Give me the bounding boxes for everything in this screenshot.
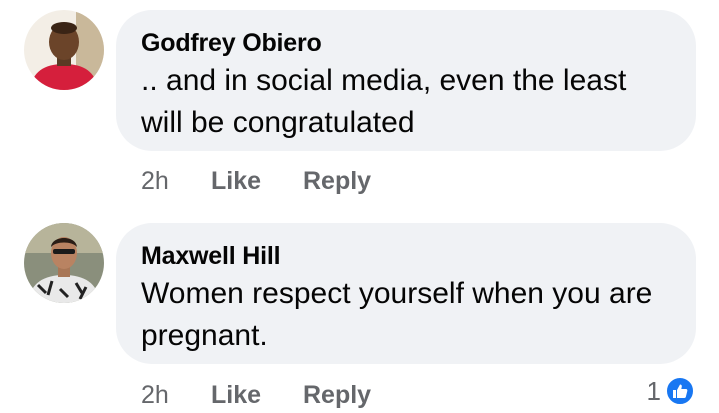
thumbs-up-icon [665,376,695,406]
like-button[interactable]: Like [211,166,261,196]
avatar[interactable] [24,223,104,303]
comment-author[interactable]: Godfrey Obiero [141,28,670,58]
reaction-count: 1 [646,376,661,406]
comments-section: Godfrey Obiero .. and in social media, e… [0,0,719,413]
avatar-image [24,223,104,303]
comment-bubble: Maxwell Hill Women respect yourself when… [116,223,696,364]
comment-bubble: Godfrey Obiero .. and in social media, e… [116,10,696,151]
reaction-summary[interactable]: 1 [647,376,695,406]
comment-timestamp[interactable]: 2h [141,166,169,196]
comment-text: Women respect yourself when you are preg… [141,277,653,352]
avatar-image [24,10,104,90]
avatar[interactable] [24,10,104,90]
comment-author[interactable]: Maxwell Hill [141,241,670,271]
comment-text: .. and in social media, even the least w… [141,64,627,139]
like-button[interactable]: Like [211,380,261,410]
comment-timestamp[interactable]: 2h [141,380,169,410]
reply-button[interactable]: Reply [303,166,371,196]
reply-button[interactable]: Reply [303,380,371,410]
